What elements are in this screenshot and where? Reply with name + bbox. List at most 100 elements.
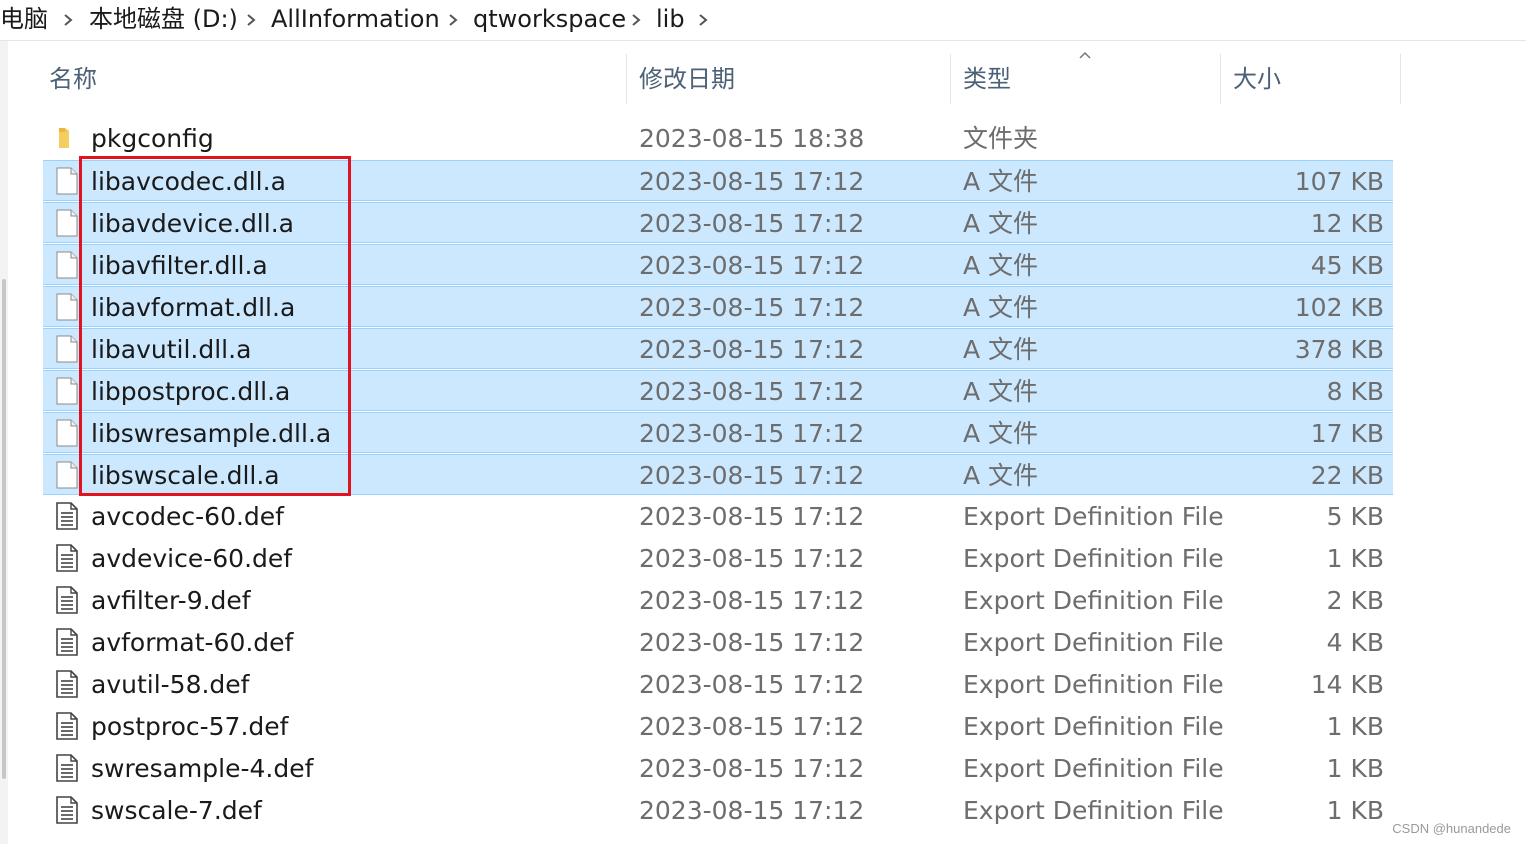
chevron-right-icon[interactable] <box>446 13 460 27</box>
file-icon <box>56 461 78 489</box>
file-name: swresample-4.def <box>91 754 314 783</box>
file-name: libavformat.dll.a <box>91 293 296 322</box>
file-name: libavcodec.dll.a <box>91 167 286 196</box>
file-modified-date: 2023-08-15 17:12 <box>639 251 865 280</box>
text-document-icon <box>56 670 78 698</box>
file-row[interactable]: libswscale.dll.a 2023-08-15 17:12 A 文件 22 K… <box>43 454 1393 495</box>
file-row[interactable]: avcodec-60.def 2023-08-15 17:12 Export Def… <box>43 496 1393 537</box>
folder-icon <box>56 124 78 152</box>
breadcrumb-drive-d[interactable]: 本地磁盘 (D:) <box>89 2 238 36</box>
file-modified-date: 2023-08-15 17:12 <box>639 419 865 448</box>
chevron-right-icon[interactable] <box>244 13 258 27</box>
file-row[interactable]: libpostproc.dll.a 2023-08-15 17:12 A 文件 8 K… <box>43 370 1393 411</box>
file-size: 1 KB <box>1326 544 1384 573</box>
file-modified-date: 2023-08-15 17:12 <box>639 628 865 657</box>
breadcrumb-lib[interactable]: lib <box>656 2 685 36</box>
file-row[interactable]: libavutil.dll.a 2023-08-15 17:12 A 文件 378 K… <box>43 328 1393 369</box>
breadcrumb-allinformation[interactable]: AllInformation <box>271 2 440 36</box>
file-size: 8 KB <box>1326 377 1384 406</box>
chevron-right-icon[interactable] <box>696 13 710 27</box>
file-size: 22 KB <box>1310 461 1384 490</box>
file-type: A 文件 <box>963 167 1039 196</box>
breadcrumb: 此电脑 本地磁盘 (D:) AllInformation qtworkspace… <box>0 0 1526 41</box>
chevron-right-icon[interactable] <box>61 13 75 27</box>
file-size: 12 KB <box>1310 209 1384 238</box>
column-separator[interactable] <box>950 54 951 104</box>
file-row[interactable]: libavformat.dll.a 2023-08-15 17:12 A 文件 102… <box>43 286 1393 327</box>
file-name: libpostproc.dll.a <box>91 377 291 406</box>
file-type: Export Definition File <box>963 586 1224 615</box>
text-document-icon <box>56 544 78 572</box>
file-row[interactable]: libavcodec.dll.a 2023-08-15 17:12 A 文件 107 … <box>43 160 1393 201</box>
file-size: 17 KB <box>1310 419 1384 448</box>
file-icon <box>56 167 78 195</box>
file-icon <box>56 335 78 363</box>
file-row[interactable]: postproc-57.def 2023-08-15 17:12 Export De… <box>43 706 1393 747</box>
file-modified-date: 2023-08-15 17:12 <box>639 293 865 322</box>
file-modified-date: 2023-08-15 17:12 <box>639 712 865 741</box>
folder-row[interactable]: pkgconfig 2023-08-15 18:38 文件夹 <box>43 118 1393 159</box>
file-row[interactable]: swresample-4.def 2023-08-15 17:12 Export D… <box>43 748 1393 789</box>
file-name: libswscale.dll.a <box>91 461 280 490</box>
vertical-scrollbar[interactable] <box>0 41 8 844</box>
file-modified-date: 2023-08-15 17:12 <box>639 377 865 406</box>
file-modified-date: 2023-08-15 17:12 <box>639 209 865 238</box>
file-icon <box>56 209 78 237</box>
column-separator[interactable] <box>1400 54 1401 104</box>
file-type: A 文件 <box>963 335 1039 364</box>
file-explorer-window: 此电脑 本地磁盘 (D:) AllInformation qtworkspace… <box>0 0 1526 844</box>
chevron-right-icon[interactable] <box>629 13 643 27</box>
file-size: 45 KB <box>1310 251 1384 280</box>
file-name: libavfilter.dll.a <box>91 251 268 280</box>
file-row[interactable]: libswresample.dll.a 2023-08-15 17:12 A 文件 1… <box>43 412 1393 453</box>
text-document-icon <box>56 712 78 740</box>
file-row[interactable]: libavdevice.dll.a 2023-08-15 17:12 A 文件 12 … <box>43 202 1393 243</box>
scrollbar-thumb[interactable] <box>2 279 6 779</box>
file-type: Export Definition File <box>963 712 1224 741</box>
file-size: 1 KB <box>1326 712 1384 741</box>
text-document-icon <box>56 754 78 782</box>
file-type: A 文件 <box>963 461 1039 490</box>
file-name: libavutil.dll.a <box>91 335 252 364</box>
file-row[interactable]: avdevice-60.def 2023-08-15 17:12 Export De… <box>43 538 1393 579</box>
column-header-size[interactable]: 大小 <box>1226 54 1400 104</box>
file-size: 378 KB <box>1294 335 1384 364</box>
file-modified-date: 2023-08-15 17:12 <box>639 754 865 783</box>
column-header-date[interactable]: 修改日期 <box>632 54 950 104</box>
breadcrumb-this-pc[interactable]: 此电脑 <box>0 2 48 36</box>
file-type: A 文件 <box>963 419 1039 448</box>
file-type: A 文件 <box>963 377 1039 406</box>
file-size: 14 KB <box>1310 670 1384 699</box>
file-row[interactable]: swscale-7.def 2023-08-15 17:12 Export Defi… <box>43 790 1393 831</box>
file-row[interactable]: avutil-58.def 2023-08-15 17:12 Export Defi… <box>43 664 1393 705</box>
file-size: 4 KB <box>1326 628 1384 657</box>
file-size: 102 KB <box>1294 293 1384 322</box>
column-header-name[interactable]: 名称 <box>42 54 626 104</box>
column-separator[interactable] <box>626 54 627 104</box>
file-modified-date: 2023-08-15 17:12 <box>639 335 865 364</box>
file-modified-date: 2023-08-15 17:12 <box>639 670 865 699</box>
file-name: avdevice-60.def <box>91 544 293 573</box>
file-size: 5 KB <box>1326 502 1384 531</box>
text-document-icon <box>56 586 78 614</box>
text-document-icon <box>56 502 78 530</box>
file-row[interactable]: libavfilter.dll.a 2023-08-15 17:12 A 文件 45 … <box>43 244 1393 285</box>
file-row[interactable]: avfilter-9.def 2023-08-15 17:12 Export Def… <box>43 580 1393 621</box>
column-header-type[interactable]: 类型 <box>956 54 1220 104</box>
file-modified-date: 2023-08-15 17:12 <box>639 461 865 490</box>
file-type: Export Definition File <box>963 502 1224 531</box>
column-separator[interactable] <box>1220 54 1221 104</box>
file-modified-date: 2023-08-15 17:12 <box>639 586 865 615</box>
breadcrumb-qtworkspace[interactable]: qtworkspace <box>473 2 626 36</box>
file-row[interactable]: avformat-60.def 2023-08-15 17:12 Export De… <box>43 622 1393 663</box>
file-icon <box>56 377 78 405</box>
text-document-icon <box>56 628 78 656</box>
file-type: A 文件 <box>963 293 1039 322</box>
file-icon <box>56 419 78 447</box>
file-icon <box>56 293 78 321</box>
file-type: Export Definition File <box>963 670 1224 699</box>
file-name: postproc-57.def <box>91 712 289 741</box>
file-name: swscale-7.def <box>91 796 262 825</box>
file-name: avfilter-9.def <box>91 586 251 615</box>
file-size: 2 KB <box>1326 586 1384 615</box>
